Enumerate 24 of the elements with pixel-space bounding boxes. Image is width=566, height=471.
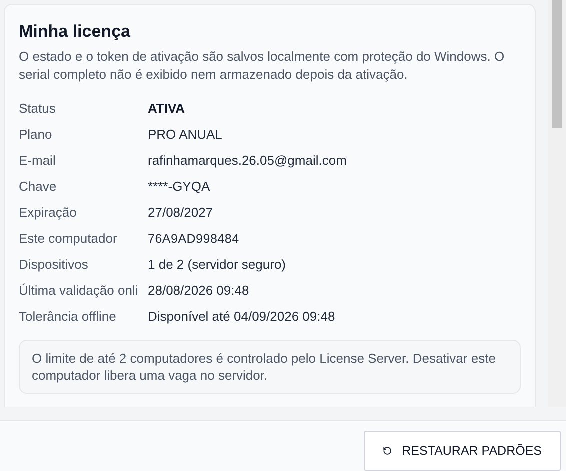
field-label: Chave <box>19 178 58 196</box>
field-label: Última validação onli <box>19 282 140 300</box>
field-value: 28/08/2026 09:48 <box>148 282 250 300</box>
field-label: Tolerância offline <box>19 308 118 326</box>
field-label: E-mail <box>19 152 57 170</box>
field-label: Este computador <box>19 230 118 248</box>
field-label: Expiração <box>19 204 78 222</box>
field-label: Status <box>19 100 57 118</box>
field-value: 27/08/2027 <box>148 204 214 222</box>
restore-defaults-button[interactable]: RESTAURAR PADRÕES <box>364 431 561 471</box>
card-title: Minha licença <box>19 21 132 43</box>
field-value: ATIVA <box>148 100 186 118</box>
field-value: Disponível até 04/09/2026 09:48 <box>148 308 336 326</box>
field-label: Plano <box>19 126 54 144</box>
field-value: ****-GYQA <box>148 178 210 196</box>
field-value: 76A9AD998484 <box>148 230 240 248</box>
field-value: PRO ANUAL <box>148 126 222 144</box>
field-value: 1 de 2 (servidor seguro) <box>148 256 286 274</box>
field-label: Dispositivos <box>19 256 90 274</box>
scrollbar-thumb[interactable] <box>552 0 562 128</box>
card-description: O estado e o token de ativação são salvos localmente com proteção do Windows. O serial completo não é exibido nem armazenado depois da ativação. <box>19 48 506 84</box>
field-value: rafinhamarques.26.05@gmail.com <box>148 152 347 170</box>
info-note: O limite de até 2 computadores é controlado pelo License Server. Desativar este computador libera uma vaga no servidor. <box>19 340 521 394</box>
scrollbar[interactable] <box>548 0 566 408</box>
